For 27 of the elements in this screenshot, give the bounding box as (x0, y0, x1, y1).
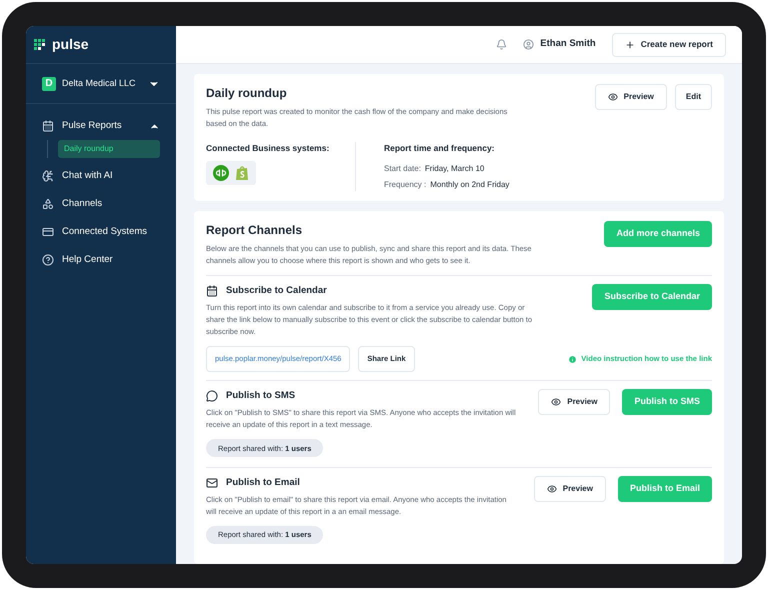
company-selector[interactable]: D Delta Medical LLC (26, 64, 176, 104)
preview-button[interactable]: Preview (594, 84, 667, 110)
logo-text: pulse (52, 35, 89, 54)
frequency-label: Frequency : (384, 178, 426, 191)
start-label: Start date: (384, 162, 421, 175)
user-name[interactable]: Ethan Smith (540, 37, 596, 52)
sidebar-item[interactable]: Chat with AI (26, 162, 176, 190)
company-avatar: D (42, 76, 56, 90)
systems-heading: Connected Business systems: (206, 142, 330, 155)
channel-title: Publish to Email (226, 476, 300, 490)
sidebar-item[interactable]: Help Center (26, 246, 176, 274)
sidebar-subitem[interactable]: Daily roundup (58, 140, 160, 158)
sidebar-item[interactable]: Connected Systems (26, 218, 176, 246)
channel-title: Publish to SMS (226, 389, 296, 403)
preview-button[interactable]: Preview (534, 476, 606, 502)
create-report-button[interactable]: Create new report (612, 32, 726, 56)
frequency-value: Monthly on 2nd Friday (430, 178, 510, 191)
channels-title: Report Channels (206, 222, 304, 239)
preview-button[interactable]: Preview (538, 389, 610, 415)
report-title: Daily roundup (206, 85, 288, 102)
start-value: Friday, March 10 (424, 162, 484, 175)
sidebar-item[interactable]: Channels (26, 190, 176, 218)
edit-button[interactable]: Edit (674, 84, 712, 110)
channel-title: Subscribe to Calendar (226, 284, 327, 298)
sidebar-item[interactable]: Pulse Reports (26, 112, 176, 140)
company-name: Delta Medical LLC (62, 76, 137, 90)
time-heading: Report time and frequency: (384, 142, 496, 155)
